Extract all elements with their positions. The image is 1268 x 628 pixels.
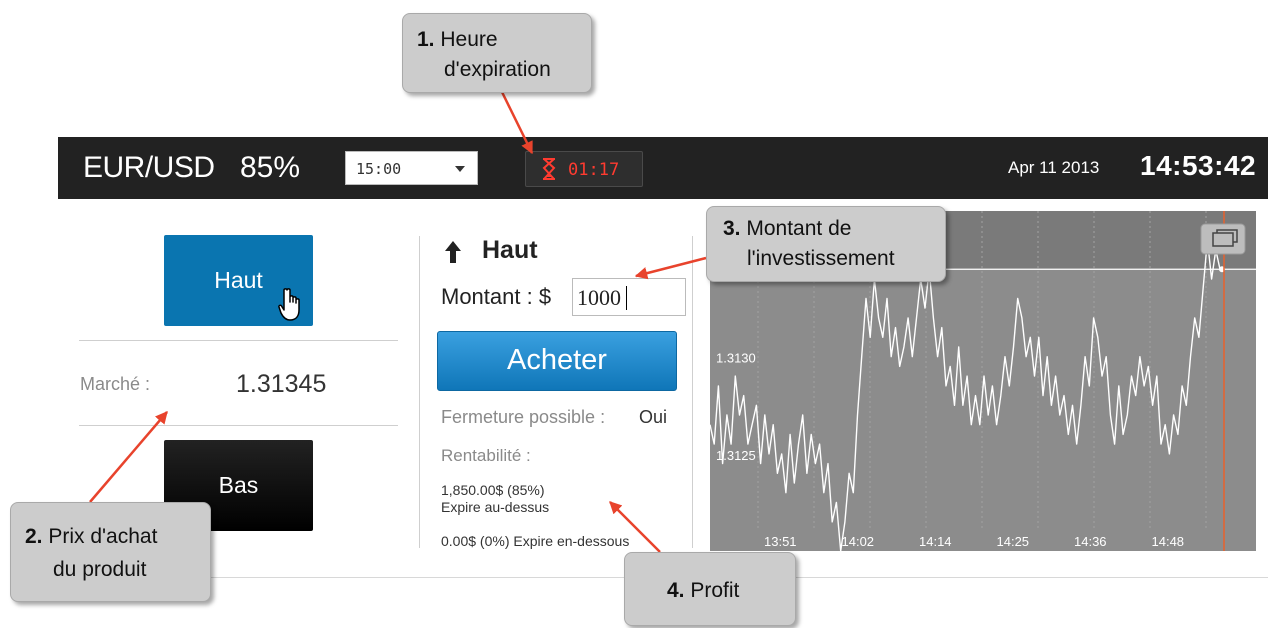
callout-purchase-price: 2. Prix d'achat du produit bbox=[10, 502, 211, 602]
annotation-arrow bbox=[609, 501, 661, 553]
annotation-arrow bbox=[634, 256, 707, 280]
annotation-arrow bbox=[500, 91, 534, 155]
callout-expiry: 1. Heure d'expiration bbox=[402, 13, 592, 93]
callout-profit: 4. Profit bbox=[624, 552, 796, 626]
callout-investment: 3. Montant de l'investissement bbox=[706, 206, 946, 282]
annotation-arrow bbox=[89, 411, 168, 503]
